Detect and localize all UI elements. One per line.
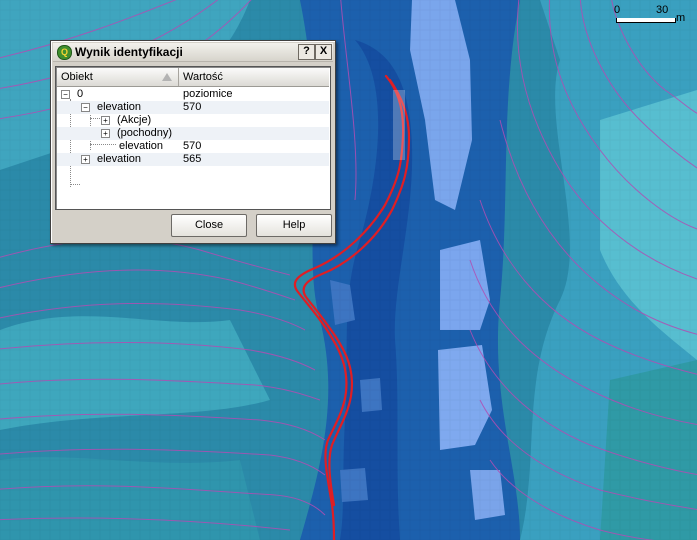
results-tree[interactable]: Obiekt Wartość − 0 poziomice − elevation… — [55, 66, 331, 210]
qgis-app-icon: Q — [57, 45, 72, 60]
tree-row-feature[interactable]: + elevation 565 — [57, 153, 329, 166]
sort-ascending-icon — [162, 73, 172, 81]
dialog-title: Wynik identyfikacji — [75, 45, 183, 59]
tree-row-label: 0 — [77, 88, 84, 100]
tree-row-label: elevation — [119, 140, 164, 152]
tree-header: Obiekt Wartość — [57, 68, 329, 87]
identify-results-dialog: Q Wynik identyfikacji ? X Obiekt Wartość… — [50, 40, 336, 244]
close-button[interactable]: Close — [171, 214, 247, 237]
collapse-icon[interactable]: − — [81, 103, 90, 112]
title-help-button[interactable]: ? — [298, 44, 315, 60]
tree-row-layer[interactable]: − 0 poziomice — [57, 88, 329, 101]
column-header-value-label: Wartość — [183, 71, 223, 83]
tree-row-value: 565 — [183, 153, 202, 165]
column-header-object-label: Obiekt — [61, 71, 93, 83]
expand-icon[interactable]: + — [101, 129, 110, 138]
dialog-titlebar[interactable]: Q Wynik identyfikacji ? X — [53, 43, 333, 62]
tree-row-value: poziomice — [183, 88, 233, 100]
tree-row-label: (pochodny) — [117, 127, 173, 139]
tree-line — [70, 184, 80, 185]
collapse-icon[interactable]: − — [61, 90, 70, 99]
column-header-value[interactable]: Wartość — [179, 68, 330, 86]
scale-label-end: 30 — [656, 4, 669, 16]
scale-bar: 0 30 m — [612, 4, 686, 28]
column-header-object[interactable]: Obiekt — [57, 68, 179, 86]
help-button[interactable]: Help — [256, 214, 332, 237]
tree-row-attribute[interactable]: elevation 570 — [57, 140, 329, 153]
selected-feature-highlight — [393, 90, 405, 160]
expand-icon[interactable]: + — [81, 155, 90, 164]
tree-row-derived[interactable]: + (pochodny) — [57, 127, 329, 140]
tree-row-value: 570 — [183, 101, 202, 113]
expand-icon[interactable]: + — [101, 116, 110, 125]
title-close-button[interactable]: X — [315, 44, 332, 60]
tree-row-value: 570 — [183, 140, 202, 152]
scale-label-start: 0 — [614, 4, 621, 16]
tree-row-label: elevation — [97, 153, 142, 165]
tree-row-actions[interactable]: + (Akcje) — [57, 114, 329, 127]
tree-row-label: elevation — [97, 101, 142, 113]
tree-row-feature[interactable]: − elevation 570 — [57, 101, 329, 114]
scale-unit: m — [676, 12, 686, 24]
scale-bar-graphic — [616, 18, 676, 23]
tree-row-label: (Akcje) — [117, 114, 152, 126]
